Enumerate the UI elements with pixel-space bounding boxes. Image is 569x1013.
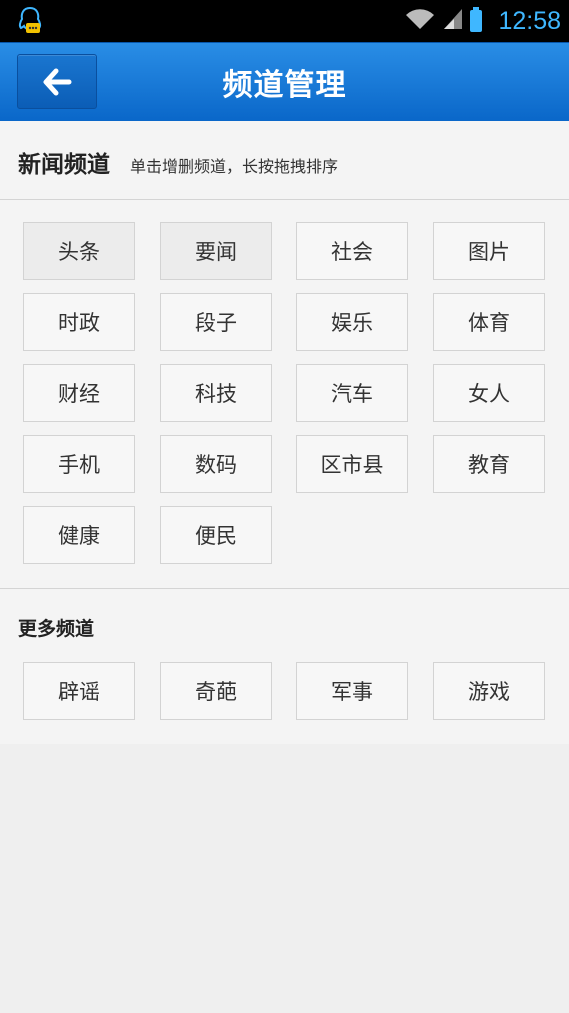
channel-chip[interactable]: 女人 <box>433 364 545 422</box>
qq-notification-icon <box>16 6 44 36</box>
arrow-left-icon <box>43 68 72 95</box>
channel-chip[interactable]: 数码 <box>160 435 272 493</box>
title-bar: 频道管理 <box>0 42 569 121</box>
channel-chip[interactable]: 科技 <box>160 364 272 422</box>
divider <box>0 588 569 589</box>
news-section-hint: 单击增删频道，长按拖拽排序 <box>130 157 339 176</box>
channel-chip[interactable]: 财经 <box>23 364 135 422</box>
channel-chip[interactable]: 段子 <box>160 293 272 351</box>
channel-chip[interactable]: 汽车 <box>296 364 408 422</box>
battery-icon <box>470 7 483 32</box>
channel-chip[interactable]: 区市县 <box>296 435 408 493</box>
more-channel-chip[interactable]: 游戏 <box>433 662 545 720</box>
more-channel-chip[interactable]: 奇葩 <box>160 662 272 720</box>
channel-chip[interactable]: 头条 <box>23 222 135 280</box>
channel-chip[interactable]: 娱乐 <box>296 293 408 351</box>
channel-panel: 新闻频道 单击增删频道，长按拖拽排序 头条 要闻 社会 图片 时政 段子 娱乐 … <box>0 121 569 744</box>
more-section-header: 更多频道 <box>18 614 94 641</box>
news-section-title: 新闻频道 <box>18 152 110 178</box>
signal-icon <box>442 7 464 35</box>
channel-chip[interactable]: 社会 <box>296 222 408 280</box>
channel-chip[interactable]: 图片 <box>433 222 545 280</box>
channel-chip[interactable]: 教育 <box>433 435 545 493</box>
wifi-icon <box>404 7 436 35</box>
channel-chip[interactable]: 手机 <box>23 435 135 493</box>
more-channel-chip[interactable]: 辟谣 <box>23 662 135 720</box>
channel-chip[interactable]: 要闻 <box>160 222 272 280</box>
more-channel-chip[interactable]: 军事 <box>296 662 408 720</box>
status-time: 12:58 <box>498 6 561 35</box>
channel-chip[interactable]: 健康 <box>23 506 135 564</box>
channel-chip[interactable]: 体育 <box>433 293 545 351</box>
channel-chip[interactable]: 时政 <box>23 293 135 351</box>
news-section-header: 新闻频道 单击增删频道，长按拖拽排序 <box>18 145 338 179</box>
back-button[interactable] <box>17 54 97 109</box>
divider <box>0 199 569 200</box>
status-bar: 12:58 <box>0 0 569 42</box>
channel-chip[interactable]: 便民 <box>160 506 272 564</box>
more-section-title: 更多频道 <box>18 618 95 640</box>
